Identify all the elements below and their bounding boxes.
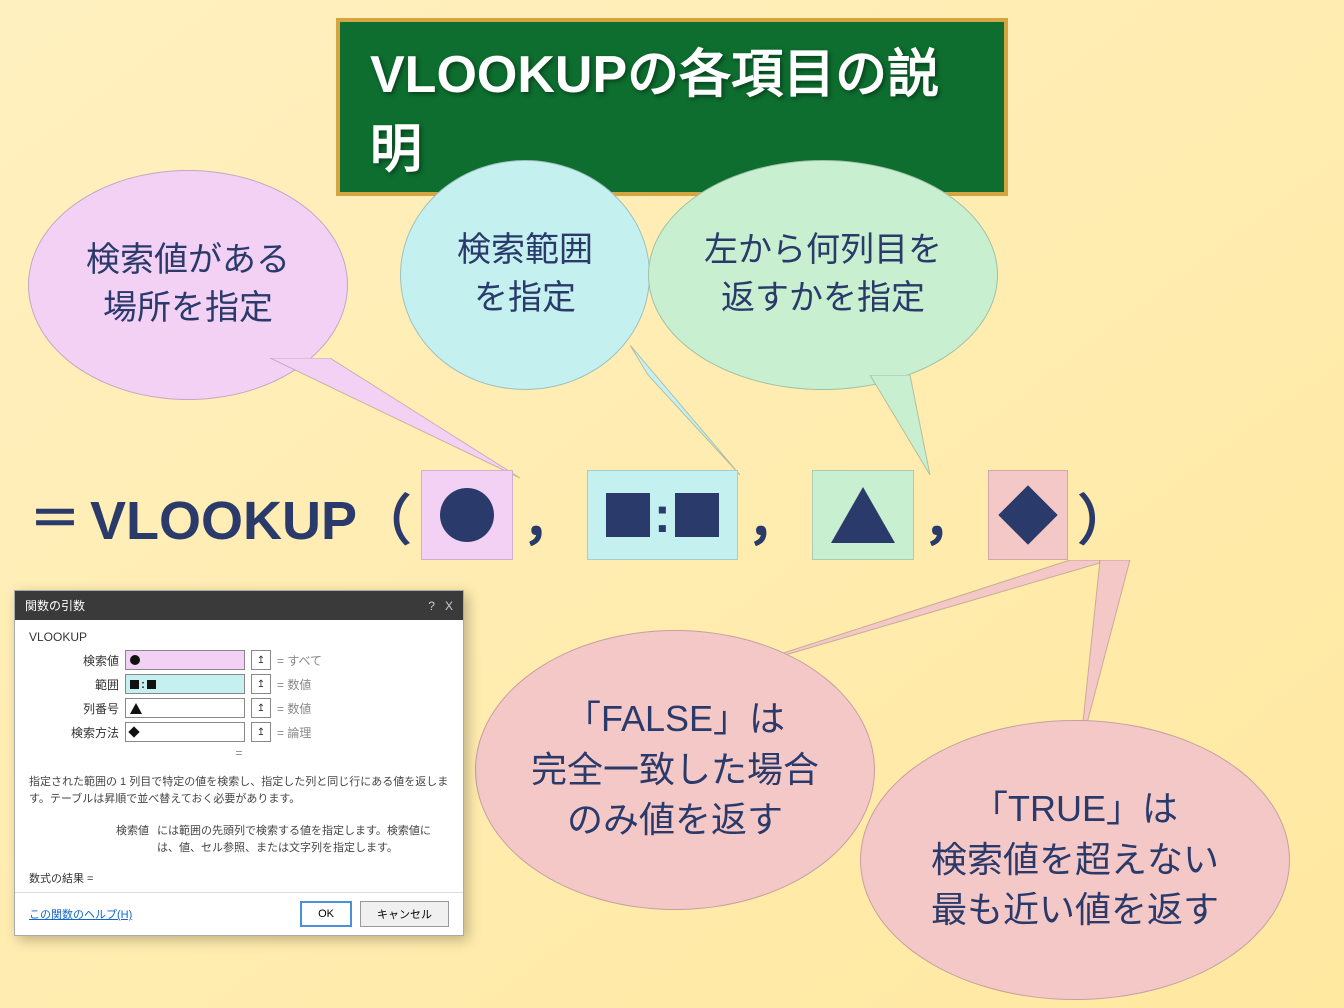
callout-text: 検索値を超えない bbox=[931, 839, 1219, 880]
square-icon bbox=[675, 493, 719, 537]
dialog-row-match: 検索方法 ↥ = 論理 bbox=[29, 722, 449, 742]
dialog-row-range: 範囲 : ↥ = 数値 bbox=[29, 674, 449, 694]
function-help-link[interactable]: この関数のヘルプ(H) bbox=[29, 906, 132, 922]
hint-text: = 数値 bbox=[277, 676, 311, 693]
page-title: VLOOKUPの各項目の説明 bbox=[336, 18, 1008, 196]
hint-text: = 論理 bbox=[277, 724, 311, 741]
dialog-titlebar: 関数の引数 ? X bbox=[15, 591, 463, 620]
function-arguments-dialog: 関数の引数 ? X VLOOKUP 検索値 ↥ = すべて 範囲 : ↥ = 数… bbox=[14, 590, 464, 936]
desc-label: 検索値 bbox=[29, 823, 149, 856]
range-input[interactable]: : bbox=[125, 674, 245, 694]
colon: : bbox=[654, 486, 671, 544]
arg-match bbox=[988, 470, 1068, 560]
square-icon bbox=[606, 493, 650, 537]
callout-text: 場所を指定 bbox=[103, 289, 273, 327]
close-paren: ） bbox=[1078, 476, 1132, 555]
ref-button[interactable]: ↥ bbox=[251, 674, 271, 694]
field-label: 列番号 bbox=[29, 700, 119, 717]
callout-col: 左から何列目を 返すかを指定 bbox=[648, 160, 998, 390]
callout-false: 「FALSE」は 完全一致した場合 のみ値を返す bbox=[475, 630, 875, 910]
dialog-row-lookup: 検索値 ↥ = すべて bbox=[29, 650, 449, 670]
equals-mid: = bbox=[29, 746, 449, 760]
ref-button[interactable]: ↥ bbox=[251, 698, 271, 718]
formula-name: VLOOKUP（ bbox=[90, 476, 411, 555]
equals-sign: ＝ bbox=[30, 479, 80, 551]
triangle-icon bbox=[831, 487, 895, 543]
hint-text: = すべて bbox=[277, 652, 322, 669]
lookup-value-input[interactable] bbox=[125, 650, 245, 670]
match-type-input[interactable] bbox=[125, 722, 245, 742]
circle-icon bbox=[130, 655, 140, 665]
callout-text: のみ値を返す bbox=[567, 799, 783, 840]
ref-button[interactable]: ↥ bbox=[251, 722, 271, 742]
callout-text: 検索値がある bbox=[86, 241, 290, 279]
callout-text: を指定 bbox=[474, 279, 576, 317]
callout-range: 検索範囲 を指定 bbox=[400, 160, 650, 390]
arg-col bbox=[812, 470, 914, 560]
formula-result: 数式の結果 = bbox=[15, 864, 463, 892]
callout-text: 左から何列目を bbox=[704, 231, 942, 269]
field-label: 検索方法 bbox=[29, 724, 119, 741]
circle-icon bbox=[440, 488, 494, 542]
cancel-button[interactable]: キャンセル bbox=[360, 901, 449, 927]
arg-lookup-value bbox=[421, 470, 513, 560]
callout-text: 最も近い値を返す bbox=[931, 889, 1219, 930]
comma: ， bbox=[523, 476, 577, 555]
callout-tail bbox=[870, 375, 970, 485]
ref-button[interactable]: ↥ bbox=[251, 650, 271, 670]
desc-text: には範囲の先頭列で検索する値を指定します。検索値には、値、セル参照、または文字列… bbox=[157, 823, 449, 856]
callout-text: 「TRUE」は bbox=[972, 788, 1178, 829]
callout-text: 返すかを指定 bbox=[721, 279, 925, 317]
dialog-row-col: 列番号 ↥ = 数値 bbox=[29, 698, 449, 718]
callout-text: 検索範囲 bbox=[457, 231, 593, 269]
dialog-function-name: VLOOKUP bbox=[29, 630, 449, 644]
help-icon[interactable]: ? bbox=[428, 599, 435, 613]
square-icon bbox=[130, 680, 139, 689]
callout-true: 「TRUE」は 検索値を超えない 最も近い値を返す bbox=[860, 720, 1290, 1000]
diamond-icon bbox=[128, 726, 139, 737]
hint-text: = 数値 bbox=[277, 700, 311, 717]
comma: ， bbox=[924, 476, 978, 555]
dialog-title-text: 関数の引数 bbox=[25, 597, 85, 614]
dialog-description: 指定された範囲の 1 列目で特定の値を検索し、指定した列と同じ行にある値を返しま… bbox=[15, 766, 463, 815]
comma: ， bbox=[748, 476, 802, 555]
callout-text: 完全一致した場合 bbox=[531, 749, 819, 790]
callout-text: 「FALSE」は bbox=[565, 698, 785, 739]
ok-button[interactable]: OK bbox=[300, 901, 352, 927]
field-label: 範囲 bbox=[29, 676, 119, 693]
arg-range: : bbox=[587, 470, 738, 560]
col-input[interactable] bbox=[125, 698, 245, 718]
close-icon[interactable]: X bbox=[445, 599, 453, 613]
square-icon bbox=[147, 680, 156, 689]
diamond-icon bbox=[998, 485, 1057, 544]
formula-row: ＝ VLOOKUP（ ， : ， ， ） bbox=[30, 470, 1132, 560]
field-label: 検索値 bbox=[29, 652, 119, 669]
triangle-icon bbox=[130, 703, 142, 714]
